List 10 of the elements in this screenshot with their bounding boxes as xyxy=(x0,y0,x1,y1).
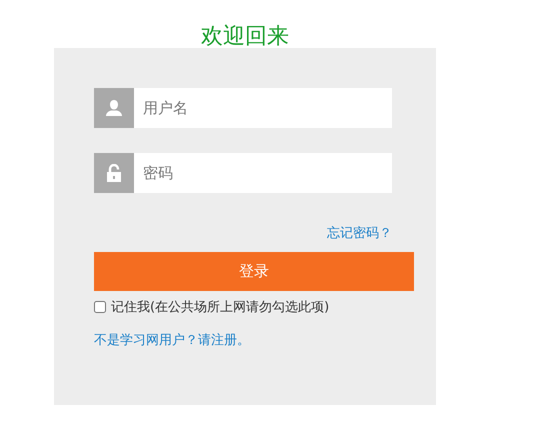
username-field[interactable]: 用户名 xyxy=(134,88,392,128)
password-field[interactable]: 密码 xyxy=(134,153,392,193)
forgot-password-link[interactable]: 忘记密码？ xyxy=(327,224,392,242)
register-link[interactable]: 不是学习网用户？请注册。 xyxy=(94,331,250,349)
page-title: 欢迎回来 xyxy=(201,23,289,48)
login-button[interactable]: 登录 xyxy=(94,252,414,291)
remember-label: 记住我(在公共场所上网请勿勾选此项) xyxy=(111,299,330,316)
remember-checkbox[interactable] xyxy=(94,301,106,313)
unlocked-padlock-icon xyxy=(107,164,121,182)
user-icon xyxy=(105,99,123,117)
